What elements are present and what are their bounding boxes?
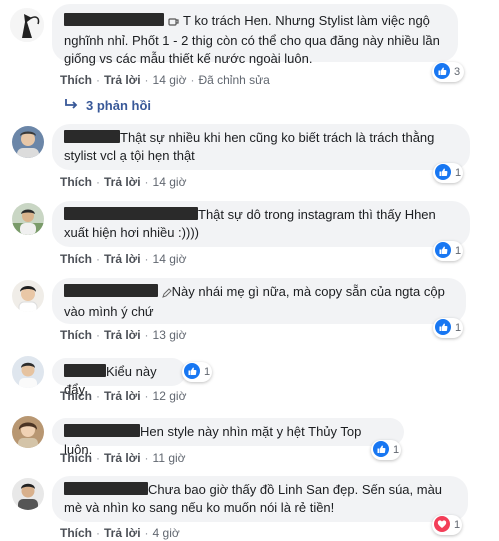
timestamp[interactable]: 14 giờ	[153, 73, 187, 87]
reaction-count: 1	[455, 167, 462, 179]
edited-label[interactable]: Đã chỉnh sửa	[198, 73, 269, 87]
like-link[interactable]: Thích	[60, 175, 92, 189]
comment-actions: Thích · Trả lời · 14 giờ	[60, 252, 187, 266]
comment-bubble: Chưa bao giờ thấy đồ Linh San đẹp. Sến s…	[52, 476, 468, 522]
comment-bubble: T ko trách Hen. Nhưng Stylist làm việc n…	[52, 4, 458, 66]
like-icon	[435, 241, 451, 261]
reaction-badge[interactable]: 1	[433, 241, 463, 261]
reply-link[interactable]: Trả lời	[104, 389, 141, 403]
comment-bubble: Hen style này nhìn mặt y hệt Thủy Top lu…	[52, 418, 404, 457]
like-link[interactable]: Thích	[60, 451, 92, 465]
reaction-badge[interactable]: 1	[433, 318, 463, 338]
comment-actions: Thích · Trả lời · 4 giờ	[60, 526, 180, 540]
like-link[interactable]: Thích	[60, 389, 92, 403]
reaction-count: 1	[454, 519, 461, 531]
redacted-author-name	[64, 284, 158, 297]
reaction-badge[interactable]: 1	[182, 362, 212, 382]
reaction-badge[interactable]: 1	[371, 440, 401, 460]
timestamp[interactable]: 12 giờ	[153, 389, 187, 403]
comment-actions: Thích · Trả lời · 12 giờ	[60, 389, 187, 403]
reaction-count: 3	[454, 66, 461, 78]
like-icon	[373, 440, 389, 460]
reply-link[interactable]: Trả lời	[104, 451, 141, 465]
reaction-count: 1	[204, 366, 211, 378]
replies-count-label: 3 phản hồi	[86, 98, 151, 113]
like-icon	[434, 62, 450, 82]
like-icon	[435, 163, 451, 183]
pencil-icon	[161, 285, 172, 303]
timestamp[interactable]: 14 giờ	[153, 252, 187, 266]
comment-bubble: Thật sự nhiều khi hen cũng ko biết trách…	[52, 124, 470, 170]
timestamp[interactable]: 13 giờ	[153, 328, 187, 342]
reply-link[interactable]: Trả lời	[104, 328, 141, 342]
like-icon	[184, 362, 200, 382]
avatar[interactable]	[12, 126, 44, 158]
reaction-badge[interactable]: 1	[433, 163, 463, 183]
like-link[interactable]: Thích	[60, 252, 92, 266]
comment-actions: Thích · Trả lời · 11 giờ	[60, 451, 186, 465]
redacted-author-name	[64, 13, 164, 26]
avatar[interactable]	[12, 203, 44, 235]
redacted-author-name	[64, 482, 148, 495]
reaction-count: 1	[455, 322, 462, 334]
avatar[interactable]	[10, 8, 44, 42]
redacted-author-name	[64, 207, 198, 220]
avatar[interactable]	[12, 280, 44, 312]
reaction-badge[interactable]: 3	[432, 62, 464, 82]
comment-bubble: Này nhái mẹ gì nữa, mà copy sẵn của ngta…	[52, 278, 466, 324]
reaction-count: 1	[455, 245, 462, 257]
timestamp[interactable]: 14 giờ	[153, 175, 187, 189]
comment-bubble: Kiểu này đẩy	[52, 358, 186, 397]
view-replies-link[interactable]: 3 phản hồi	[64, 98, 151, 113]
coffee-icon	[168, 14, 180, 32]
like-link[interactable]: Thích	[60, 73, 92, 87]
reply-link[interactable]: Trả lời	[104, 73, 141, 87]
reply-arrow-icon	[64, 98, 78, 113]
comment-actions: Thích · Trả lời · 13 giờ	[60, 328, 187, 342]
redacted-author-name	[64, 424, 140, 437]
comment-bubble: Thật sự dô trong instagram thì thấy Hhen…	[52, 201, 470, 247]
like-link[interactable]: Thích	[60, 328, 92, 342]
comment-actions: Thích · Trả lời · 14 giờ	[60, 175, 187, 189]
timestamp[interactable]: 11 giờ	[153, 451, 186, 465]
reaction-count: 1	[393, 444, 400, 456]
avatar[interactable]	[12, 356, 44, 388]
avatar[interactable]	[12, 478, 44, 510]
avatar[interactable]	[12, 416, 44, 448]
comment-text: Thật sự nhiều khi hen cũng ko biết trách…	[64, 130, 435, 163]
redacted-author-name	[64, 364, 106, 377]
reply-link[interactable]: Trả lời	[104, 175, 141, 189]
reaction-badge[interactable]: 1	[432, 515, 462, 535]
reply-link[interactable]: Trả lời	[104, 252, 141, 266]
love-icon	[434, 515, 450, 535]
redacted-author-name	[64, 130, 120, 143]
comment-actions: Thích · Trả lời · 14 giờ · Đã chỉnh sửa	[60, 73, 270, 87]
like-icon	[435, 318, 451, 338]
